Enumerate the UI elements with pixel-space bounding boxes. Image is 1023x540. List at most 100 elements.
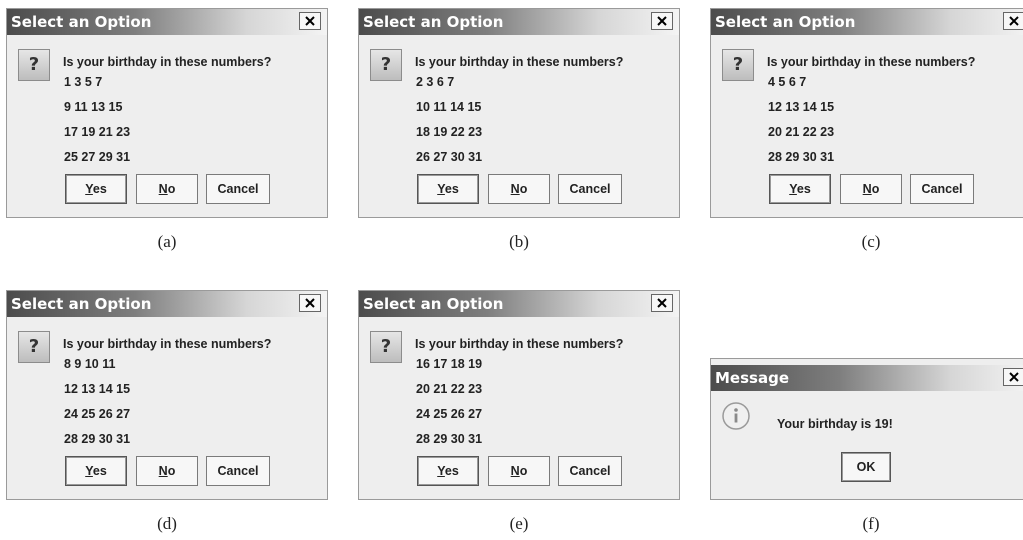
title-bar: Select an Option bbox=[359, 9, 679, 35]
yes-label: Yes bbox=[789, 182, 811, 196]
question-icon: ? bbox=[18, 331, 50, 363]
caption-b: (b) bbox=[509, 232, 529, 251]
number-row: 28 29 30 31 bbox=[768, 150, 835, 164]
question-icon: ? bbox=[370, 49, 402, 81]
close-button[interactable] bbox=[299, 12, 321, 30]
no-label: No bbox=[158, 464, 176, 478]
prompt-text: Is your birthday in these numbers? bbox=[767, 55, 976, 69]
caption-f: (f) bbox=[862, 514, 880, 533]
title-bar: Select an Option bbox=[7, 9, 327, 35]
prompt-text: Is your birthday in these numbers? bbox=[63, 55, 272, 69]
close-button[interactable] bbox=[1003, 12, 1023, 30]
number-row: 1 3 5 7 bbox=[64, 75, 103, 89]
info-icon bbox=[722, 402, 750, 430]
dialog-title: Select an Option bbox=[363, 295, 504, 313]
cancel-label: Cancel bbox=[569, 182, 611, 196]
yes-label: Yes bbox=[437, 464, 459, 478]
number-row: 20 21 22 23 bbox=[768, 125, 835, 139]
dialog-title: Select an Option bbox=[11, 13, 152, 31]
close-button[interactable] bbox=[1003, 368, 1023, 386]
number-row: 26 27 30 31 bbox=[416, 150, 483, 164]
no-label: No bbox=[158, 182, 176, 196]
yes-button[interactable]: Yes bbox=[65, 174, 127, 204]
cancel-label: Cancel bbox=[921, 182, 963, 196]
title-bar: Select an Option bbox=[359, 291, 679, 317]
dialog-b: Select an Option ? Is your birthday in t… bbox=[358, 8, 680, 218]
caption-c: (c) bbox=[861, 232, 881, 251]
no-label: No bbox=[862, 182, 880, 196]
cancel-button[interactable]: Cancel bbox=[206, 174, 270, 204]
number-row: 10 11 14 15 bbox=[416, 100, 482, 114]
no-label: No bbox=[510, 182, 528, 196]
close-button[interactable] bbox=[651, 12, 673, 30]
close-icon bbox=[1009, 16, 1019, 26]
dialog-title: Select an Option bbox=[363, 13, 504, 31]
dialog-title: Select an Option bbox=[715, 13, 856, 31]
number-row: 12 13 14 15 bbox=[768, 100, 835, 114]
cancel-button[interactable]: Cancel bbox=[910, 174, 974, 204]
close-icon bbox=[1009, 372, 1019, 382]
cancel-label: Cancel bbox=[217, 182, 259, 196]
number-row: 9 11 13 15 bbox=[64, 100, 123, 114]
number-row: 17 19 21 23 bbox=[64, 125, 131, 139]
no-button[interactable]: No bbox=[136, 456, 198, 486]
yes-button[interactable]: Yes bbox=[417, 456, 479, 486]
number-row: 28 29 30 31 bbox=[416, 432, 483, 446]
number-row: 16 17 18 19 bbox=[416, 357, 483, 371]
no-label: No bbox=[510, 464, 528, 478]
yes-label: Yes bbox=[85, 182, 107, 196]
question-icon: ? bbox=[370, 331, 402, 363]
cancel-button[interactable]: Cancel bbox=[558, 456, 622, 486]
ok-button[interactable]: OK bbox=[841, 452, 891, 482]
number-row: 4 5 6 7 bbox=[768, 75, 807, 89]
cancel-button[interactable]: Cancel bbox=[206, 456, 270, 486]
cancel-button[interactable]: Cancel bbox=[558, 174, 622, 204]
prompt-text: Is your birthday in these numbers? bbox=[63, 337, 272, 351]
number-row: 2 3 6 7 bbox=[416, 75, 455, 89]
question-icon: ? bbox=[722, 49, 754, 81]
close-button[interactable] bbox=[299, 294, 321, 312]
number-row: 25 27 29 31 bbox=[64, 150, 131, 164]
no-button[interactable]: No bbox=[840, 174, 902, 204]
close-button[interactable] bbox=[651, 294, 673, 312]
caption-d: (d) bbox=[157, 514, 177, 533]
yes-label: Yes bbox=[85, 464, 107, 478]
question-icon: ? bbox=[18, 49, 50, 81]
caption-a: (a) bbox=[157, 232, 177, 251]
dialog-c: Select an Option ? Is your birthday in t… bbox=[710, 8, 1023, 218]
ok-label: OK bbox=[856, 460, 876, 474]
dialog-d: Select an Option ? Is your birthday in t… bbox=[6, 290, 328, 500]
number-row: 18 19 22 23 bbox=[416, 125, 483, 139]
no-button[interactable]: No bbox=[136, 174, 198, 204]
number-row: 28 29 30 31 bbox=[64, 432, 131, 446]
close-icon bbox=[305, 298, 315, 308]
dialog-a: Select an Option ? Is your birthday in t… bbox=[6, 8, 328, 218]
no-button[interactable]: No bbox=[488, 456, 550, 486]
close-icon bbox=[657, 16, 667, 26]
prompt-text: Is your birthday in these numbers? bbox=[415, 55, 624, 69]
message-text: Your birthday is 19! bbox=[777, 417, 893, 431]
prompt-text: Is your birthday in these numbers? bbox=[415, 337, 624, 351]
close-icon bbox=[657, 298, 667, 308]
caption-e: (e) bbox=[509, 514, 529, 533]
title-bar: Select an Option bbox=[7, 291, 327, 317]
yes-label: Yes bbox=[437, 182, 459, 196]
number-row: 24 25 26 27 bbox=[64, 407, 131, 421]
number-row: 20 21 22 23 bbox=[416, 382, 483, 396]
cancel-label: Cancel bbox=[217, 464, 259, 478]
no-button[interactable]: No bbox=[488, 174, 550, 204]
close-icon bbox=[305, 16, 315, 26]
number-row: 24 25 26 27 bbox=[416, 407, 483, 421]
title-bar: Select an Option bbox=[711, 9, 1023, 35]
dialog-e: Select an Option ? Is your birthday in t… bbox=[358, 290, 680, 500]
cancel-label: Cancel bbox=[569, 464, 611, 478]
title-bar: Message bbox=[711, 365, 1023, 391]
message-title: Message bbox=[715, 369, 789, 387]
yes-button[interactable]: Yes bbox=[417, 174, 479, 204]
number-row: 8 9 10 11 bbox=[64, 357, 116, 371]
number-row: 12 13 14 15 bbox=[64, 382, 131, 396]
dialog-title: Select an Option bbox=[11, 295, 152, 313]
yes-button[interactable]: Yes bbox=[769, 174, 831, 204]
yes-button[interactable]: Yes bbox=[65, 456, 127, 486]
message-dialog: Message Your birthday is 19! OK bbox=[710, 358, 1023, 500]
